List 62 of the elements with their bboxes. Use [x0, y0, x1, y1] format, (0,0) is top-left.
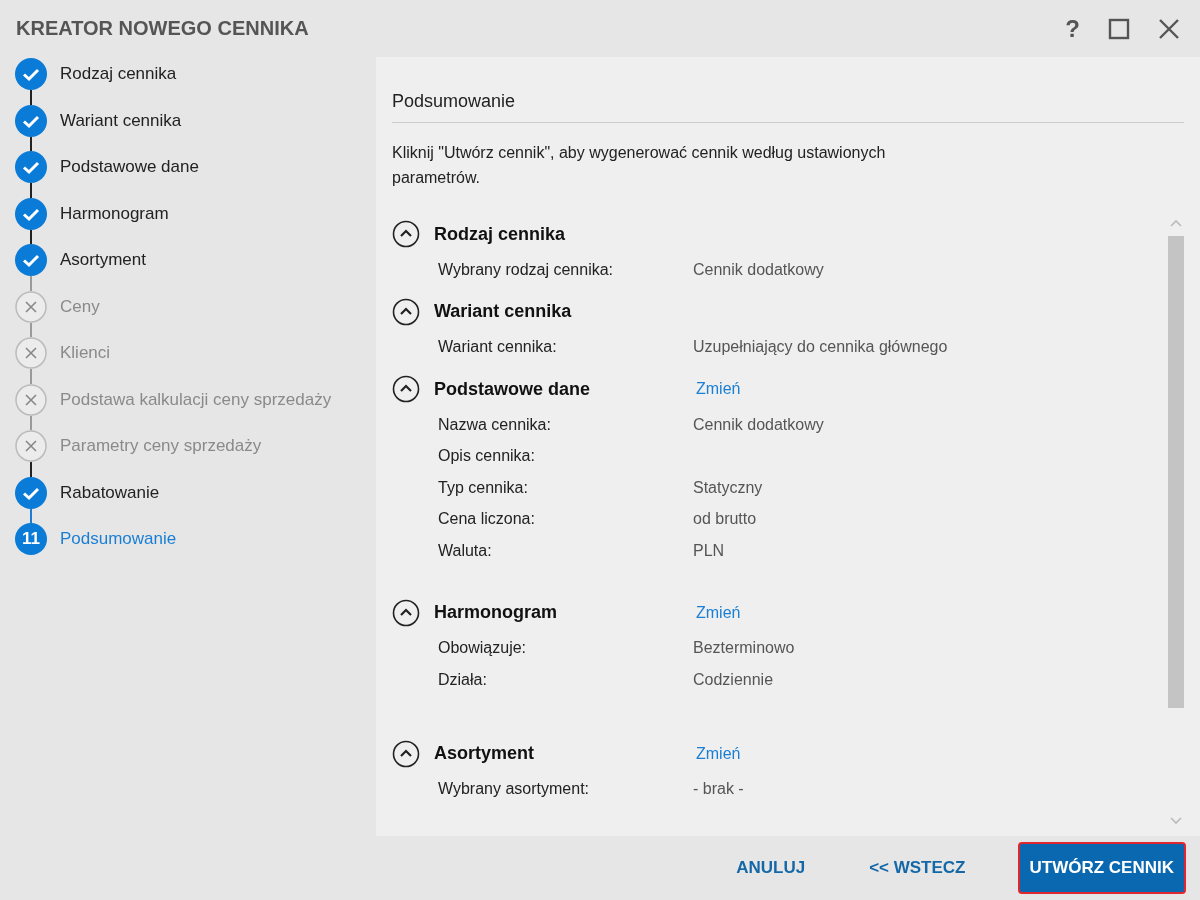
- create-button[interactable]: UTWÓRZ CENNIK: [1017, 842, 1186, 894]
- check-circle-icon: [15, 476, 47, 509]
- field-value: - brak -: [693, 780, 744, 799]
- field-value: Codziennie: [693, 670, 774, 689]
- field-label: Cena liczona:: [438, 510, 536, 529]
- field-label: Działa:: [438, 670, 488, 689]
- section-title: Podstawowe dane: [434, 378, 592, 400]
- step-label[interactable]: Parametry ceny sprzedaży: [60, 430, 262, 462]
- cross-circle-icon: [15, 290, 47, 323]
- step-label[interactable]: Podstawowe dane: [60, 151, 199, 183]
- field-value: Uzupełniający do cennika głównego: [693, 338, 948, 357]
- field-value: Statyczny: [693, 478, 763, 497]
- collapse-icon[interactable]: [392, 297, 420, 326]
- step-label[interactable]: Klienci: [60, 337, 111, 369]
- collapse-icon[interactable]: [392, 739, 420, 768]
- section-title: Wariant cennika: [434, 301, 573, 322]
- scrollbar-thumb[interactable]: [1168, 236, 1184, 708]
- step-label[interactable]: Ceny: [60, 290, 100, 323]
- check-circle-icon: [15, 197, 47, 230]
- step-label[interactable]: Rabatowanie: [60, 476, 160, 509]
- step-label[interactable]: Asortyment: [60, 244, 146, 276]
- field-label: Wybrany asortyment:: [438, 780, 590, 799]
- field-label: Waluta:: [438, 541, 493, 560]
- cross-circle-icon: [15, 430, 47, 462]
- field-label: Obowiązuje:: [438, 639, 528, 658]
- step-label[interactable]: Harmonogram: [60, 197, 169, 230]
- field-value: PLN: [693, 541, 725, 560]
- field-value: Cennik dodatkowy: [693, 415, 824, 434]
- cross-circle-icon: [15, 337, 47, 369]
- section-title: Harmonogram: [434, 602, 559, 623]
- change-link[interactable]: Zmień: [696, 603, 741, 622]
- change-link[interactable]: Zmień: [696, 380, 741, 398]
- collapse-icon[interactable]: [392, 598, 420, 627]
- help-button[interactable]: ?: [1061, 14, 1084, 43]
- field-label: Opis cennika:: [438, 447, 536, 466]
- summary-description: Kliknij "Utwórz cennik", aby wygenerować cennik według ustawionych parametrów.: [392, 143, 887, 188]
- field-value: Bezterminowo: [693, 639, 795, 658]
- summary-heading: Podsumowanie: [392, 91, 1184, 123]
- field-label: Typ cennika:: [438, 478, 529, 497]
- field-label: Wariant cennika:: [438, 338, 558, 357]
- cross-circle-icon: [15, 383, 47, 416]
- step-number: 11: [15, 523, 47, 555]
- field-value: od brutto: [693, 510, 757, 529]
- collapse-icon[interactable]: [392, 375, 420, 403]
- check-circle-icon: [15, 58, 47, 90]
- field-value: Cennik dodatkowy: [693, 260, 824, 279]
- step-label[interactable]: Rodzaj cennika: [60, 58, 177, 90]
- field-label: Wybrany rodzaj cennika:: [438, 260, 615, 279]
- window-title: KREATOR NOWEGO CENNIKA: [16, 17, 309, 40]
- section-title: Rodzaj cennika: [434, 223, 567, 245]
- step-label[interactable]: Podsumowanie: [60, 523, 177, 555]
- step-label[interactable]: Wariant cennika: [60, 104, 182, 137]
- footer-button[interactable]: ANULUJ: [724, 850, 818, 886]
- check-circle-icon: [15, 151, 47, 183]
- field-label: Nazwa cennika:: [438, 415, 552, 434]
- check-circle-icon: [15, 104, 47, 137]
- footer-button[interactable]: << WSTECZ: [857, 850, 978, 886]
- change-link[interactable]: Zmień: [696, 744, 741, 763]
- check-circle-icon: [15, 244, 47, 276]
- collapse-icon[interactable]: [392, 220, 420, 248]
- step-label[interactable]: Podstawa kalkulacji ceny sprzedaży: [60, 383, 332, 416]
- section-title: Asortyment: [434, 743, 536, 764]
